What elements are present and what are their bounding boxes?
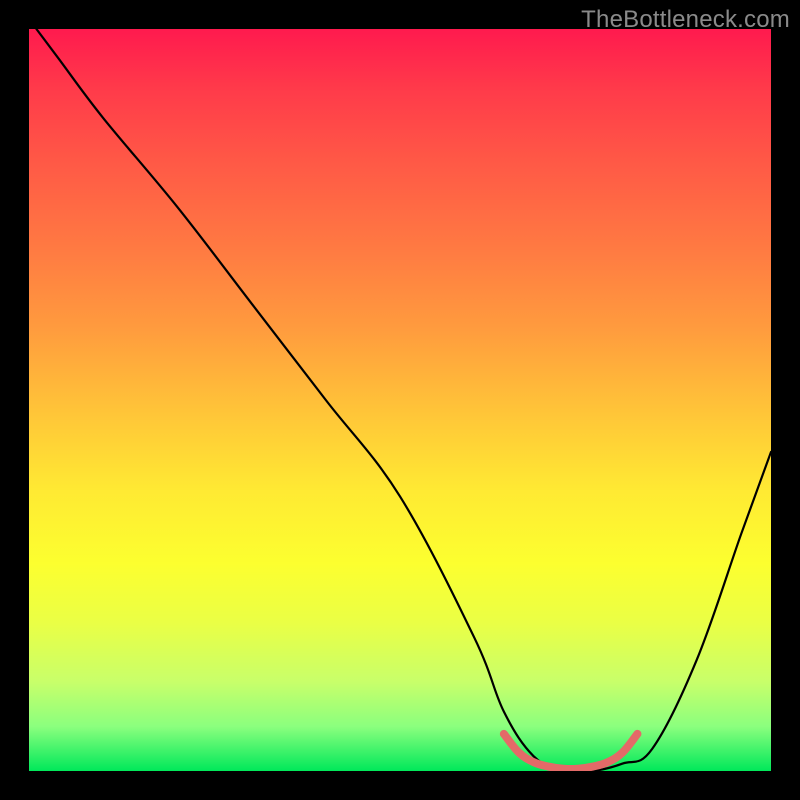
- curve-layer: [29, 29, 771, 771]
- optimal-range-path: [504, 734, 638, 769]
- watermark-text: TheBottleneck.com: [581, 6, 790, 34]
- bottleneck-curve-path: [36, 29, 771, 771]
- chart-frame: TheBottleneck.com: [0, 0, 800, 800]
- gradient-plot-area: [29, 29, 771, 771]
